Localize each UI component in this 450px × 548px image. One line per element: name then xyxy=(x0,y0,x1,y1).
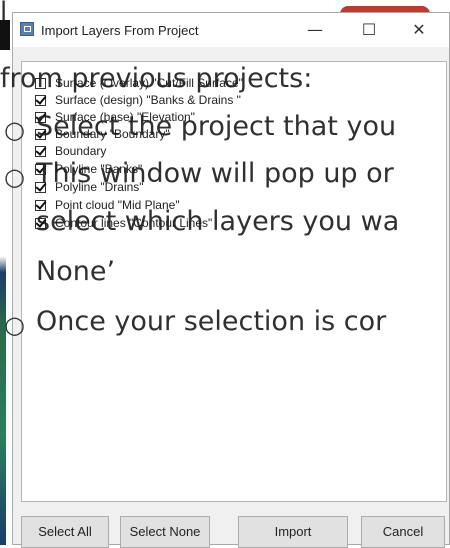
layer-label: Surface (design) "Banks & Drains " xyxy=(55,93,241,107)
maximize-button[interactable]: ☐ xyxy=(347,13,391,47)
select-all-button[interactable]: Select All xyxy=(21,516,109,548)
dialog-title: Import Layers From Project xyxy=(41,23,199,38)
layer-checkbox[interactable] xyxy=(35,146,46,157)
bullet-icon: ○ xyxy=(4,116,25,144)
cancel-button[interactable]: Cancel xyxy=(361,516,445,548)
background-text-line: Once your selection is cor xyxy=(36,306,387,337)
layer-label: Boundary xyxy=(55,144,107,158)
app-window-icon xyxy=(20,22,34,36)
import-button[interactable]: Import xyxy=(238,516,348,548)
layer-item[interactable]: Surface (design) "Banks & Drains " xyxy=(35,93,241,109)
close-button[interactable]: ✕ xyxy=(397,13,441,47)
minimize-button[interactable]: — xyxy=(293,13,337,47)
dialog-titlebar[interactable]: Import Layers From Project — ☐ ✕ xyxy=(13,13,449,47)
background-text-fragment: l xyxy=(0,0,8,27)
select-none-button[interactable]: Select None xyxy=(120,516,210,548)
background-text-line: Select the project that you xyxy=(36,111,397,142)
background-text-line: from previous projects: xyxy=(0,63,313,94)
background-text-line: select which layers you wa xyxy=(36,206,400,237)
background-text-line: None’ xyxy=(36,256,116,287)
background-text-line: This window will pop up or xyxy=(36,158,394,189)
layer-checkbox[interactable] xyxy=(35,95,46,106)
bullet-icon: ○ xyxy=(4,311,25,339)
bullet-icon: ○ xyxy=(4,163,25,191)
